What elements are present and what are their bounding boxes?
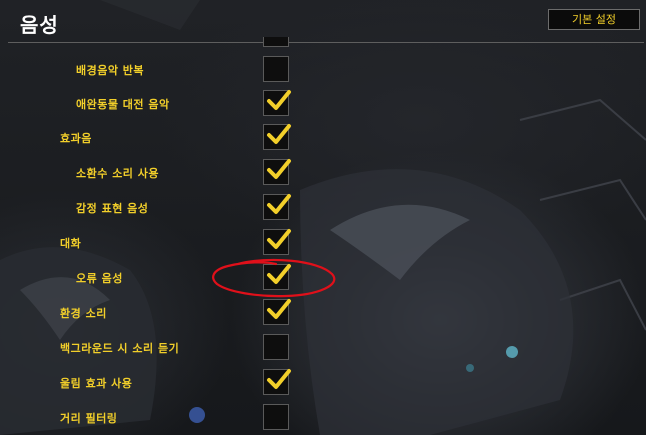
option-row: 소환수 소리 사용	[0, 155, 646, 189]
checkmark-icon	[267, 299, 291, 319]
checkmark-icon	[267, 229, 291, 249]
option-label: 환경 소리	[60, 307, 107, 320]
option-label: 감정 표현 음성	[76, 202, 149, 215]
option-checkbox[interactable]	[263, 159, 291, 185]
option-row: 효과음	[0, 120, 646, 154]
option-label: 오류 음성	[76, 272, 123, 285]
checkmark-icon	[267, 159, 291, 179]
option-row: 대화	[0, 225, 646, 259]
option-label: 백그라운드 시 소리 듣기	[60, 342, 180, 355]
option-row: 환경 소리	[0, 295, 646, 329]
option-checkbox[interactable]	[263, 56, 289, 82]
option-row: 울림 효과 사용	[0, 365, 646, 399]
option-checkbox[interactable]	[263, 334, 289, 360]
option-row: 백그라운드 시 소리 듣기	[0, 330, 646, 364]
checkmark-icon	[267, 369, 291, 389]
option-label: 거리 필터링	[60, 412, 118, 425]
option-label: 울림 효과 사용	[60, 377, 133, 390]
option-checkbox[interactable]	[263, 90, 291, 116]
option-label: 대화	[60, 237, 82, 250]
option-row: 감정 표현 음성	[0, 190, 646, 224]
option-row: 거리 필터링	[0, 400, 646, 434]
option-label: 애완동물 대전 음악	[76, 98, 170, 111]
checkmark-icon	[267, 194, 291, 214]
option-checkbox[interactable]	[263, 229, 291, 255]
option-label: 효과음	[60, 132, 92, 145]
checkmark-icon	[267, 90, 291, 110]
page-title: 음성	[20, 13, 59, 37]
red-circle-annotation	[212, 258, 336, 298]
scrolled-checkbox-partial[interactable]	[263, 37, 289, 47]
defaults-button[interactable]: 기본 설정	[548, 9, 640, 30]
header-divider	[8, 42, 644, 43]
option-label: 배경음악 반복	[76, 64, 145, 77]
option-label: 소환수 소리 사용	[76, 167, 159, 180]
option-checkbox[interactable]	[263, 194, 291, 220]
option-checkbox[interactable]	[263, 299, 291, 325]
option-checkbox[interactable]	[263, 369, 291, 395]
checkmark-icon	[267, 124, 291, 144]
option-row: 배경음악 반복	[0, 52, 646, 86]
option-checkbox[interactable]	[263, 124, 291, 150]
option-row: 애완동물 대전 음악	[0, 86, 646, 120]
option-checkbox[interactable]	[263, 404, 289, 430]
